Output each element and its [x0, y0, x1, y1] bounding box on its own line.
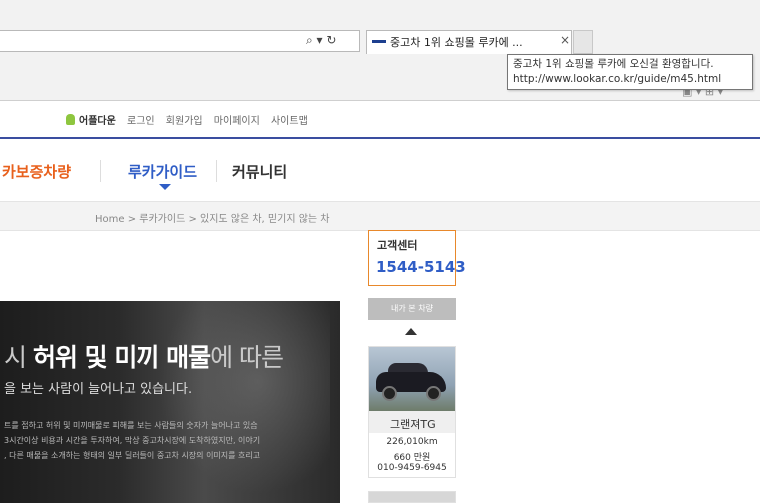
- search-refresh-icons[interactable]: ⌕ ▾ ↻: [306, 33, 336, 48]
- tooltip-url: http://www.lookar.co.kr/guide/m45.html: [513, 73, 722, 85]
- sitemap-link[interactable]: 사이트맵: [271, 116, 308, 127]
- close-tab-icon[interactable]: ×: [560, 33, 570, 47]
- gnb-separator: [100, 160, 101, 182]
- car-name[interactable]: 그랜져TG: [390, 416, 436, 432]
- hero-heading-prefix: 시: [4, 343, 33, 372]
- join-link[interactable]: 회원가입: [166, 116, 203, 127]
- car-mileage: 226,010km: [386, 437, 438, 447]
- gnb-separator: [216, 160, 217, 182]
- hero-body-line: 3시간이상 비용과 시간을 투자하여, 막상 중고차시장에 도착하였지만, 이야…: [4, 436, 261, 445]
- tooltip-title: 중고차 1위 쇼핑몰 루카에 오신걸 환영합니다.: [513, 58, 714, 70]
- hero-heading-main: 허위 및 미끼 매물: [32, 343, 211, 372]
- car-contact: 010-9459-6945: [377, 463, 447, 473]
- tab-title[interactable]: 중고차 1위 쇼핑몰 루카에 ...: [390, 34, 523, 50]
- active-menu-arrow-icon: [159, 184, 171, 190]
- hero-body-line: 트를 접하고 허위 및 미끼매물로 피해를 보는 사람들의 숫자가 늘어나고 있…: [4, 421, 258, 430]
- chrome-divider: [0, 100, 760, 101]
- tab-tooltip: 중고차 1위 쇼핑몰 루카에 오신걸 환영합니다. http://www.loo…: [507, 54, 753, 90]
- gnb-community[interactable]: 커뮤니티: [232, 161, 287, 182]
- android-icon: [66, 114, 75, 125]
- header-divider: [0, 137, 760, 139]
- hero-subheading: 을 보는 사람이 늘어나고 있습니다.: [4, 382, 193, 397]
- hero-figure-image: [150, 301, 330, 503]
- customer-center-phone[interactable]: 1544-5143: [376, 258, 466, 276]
- mypage-link[interactable]: 마이페이지: [214, 116, 260, 127]
- app-download-link[interactable]: 어플다운: [66, 114, 116, 127]
- app-download-label: 어플다운: [79, 116, 116, 127]
- gnb-warranty-cars[interactable]: 카보증차량: [2, 161, 71, 182]
- breadcrumb: Home > 루카가이드 > 있지도 않은 차, 믿기지 않는 차: [95, 214, 330, 225]
- hero-heading-suffix: 에 따른: [210, 343, 284, 372]
- car-price: 660 만원: [393, 453, 431, 463]
- scroll-up-icon[interactable]: [405, 328, 417, 335]
- car-wheel: [426, 386, 441, 401]
- customer-center-label: 고객센터: [377, 239, 418, 252]
- car-wheel: [382, 386, 397, 401]
- hero-body-line: , 다른 매물을 소개하는 형태의 일부 딜러들이 중고차 시장의 이미지를 흐…: [4, 451, 261, 460]
- recent-car-card-2[interactable]: [368, 491, 456, 503]
- hero-heading: 시 허위 및 미끼 매물에 따른: [4, 338, 284, 374]
- login-link[interactable]: 로그인: [127, 116, 155, 127]
- new-tab-button[interactable]: [573, 30, 593, 54]
- recently-viewed-button[interactable]: 내가 본 차량: [368, 298, 456, 320]
- gnb-lookar-guide[interactable]: 루카가이드: [128, 161, 197, 182]
- top-utility-nav: 어플다운 로그인 회원가입 마이페이지 사이트맵: [66, 112, 316, 127]
- favicon-icon: [372, 40, 386, 43]
